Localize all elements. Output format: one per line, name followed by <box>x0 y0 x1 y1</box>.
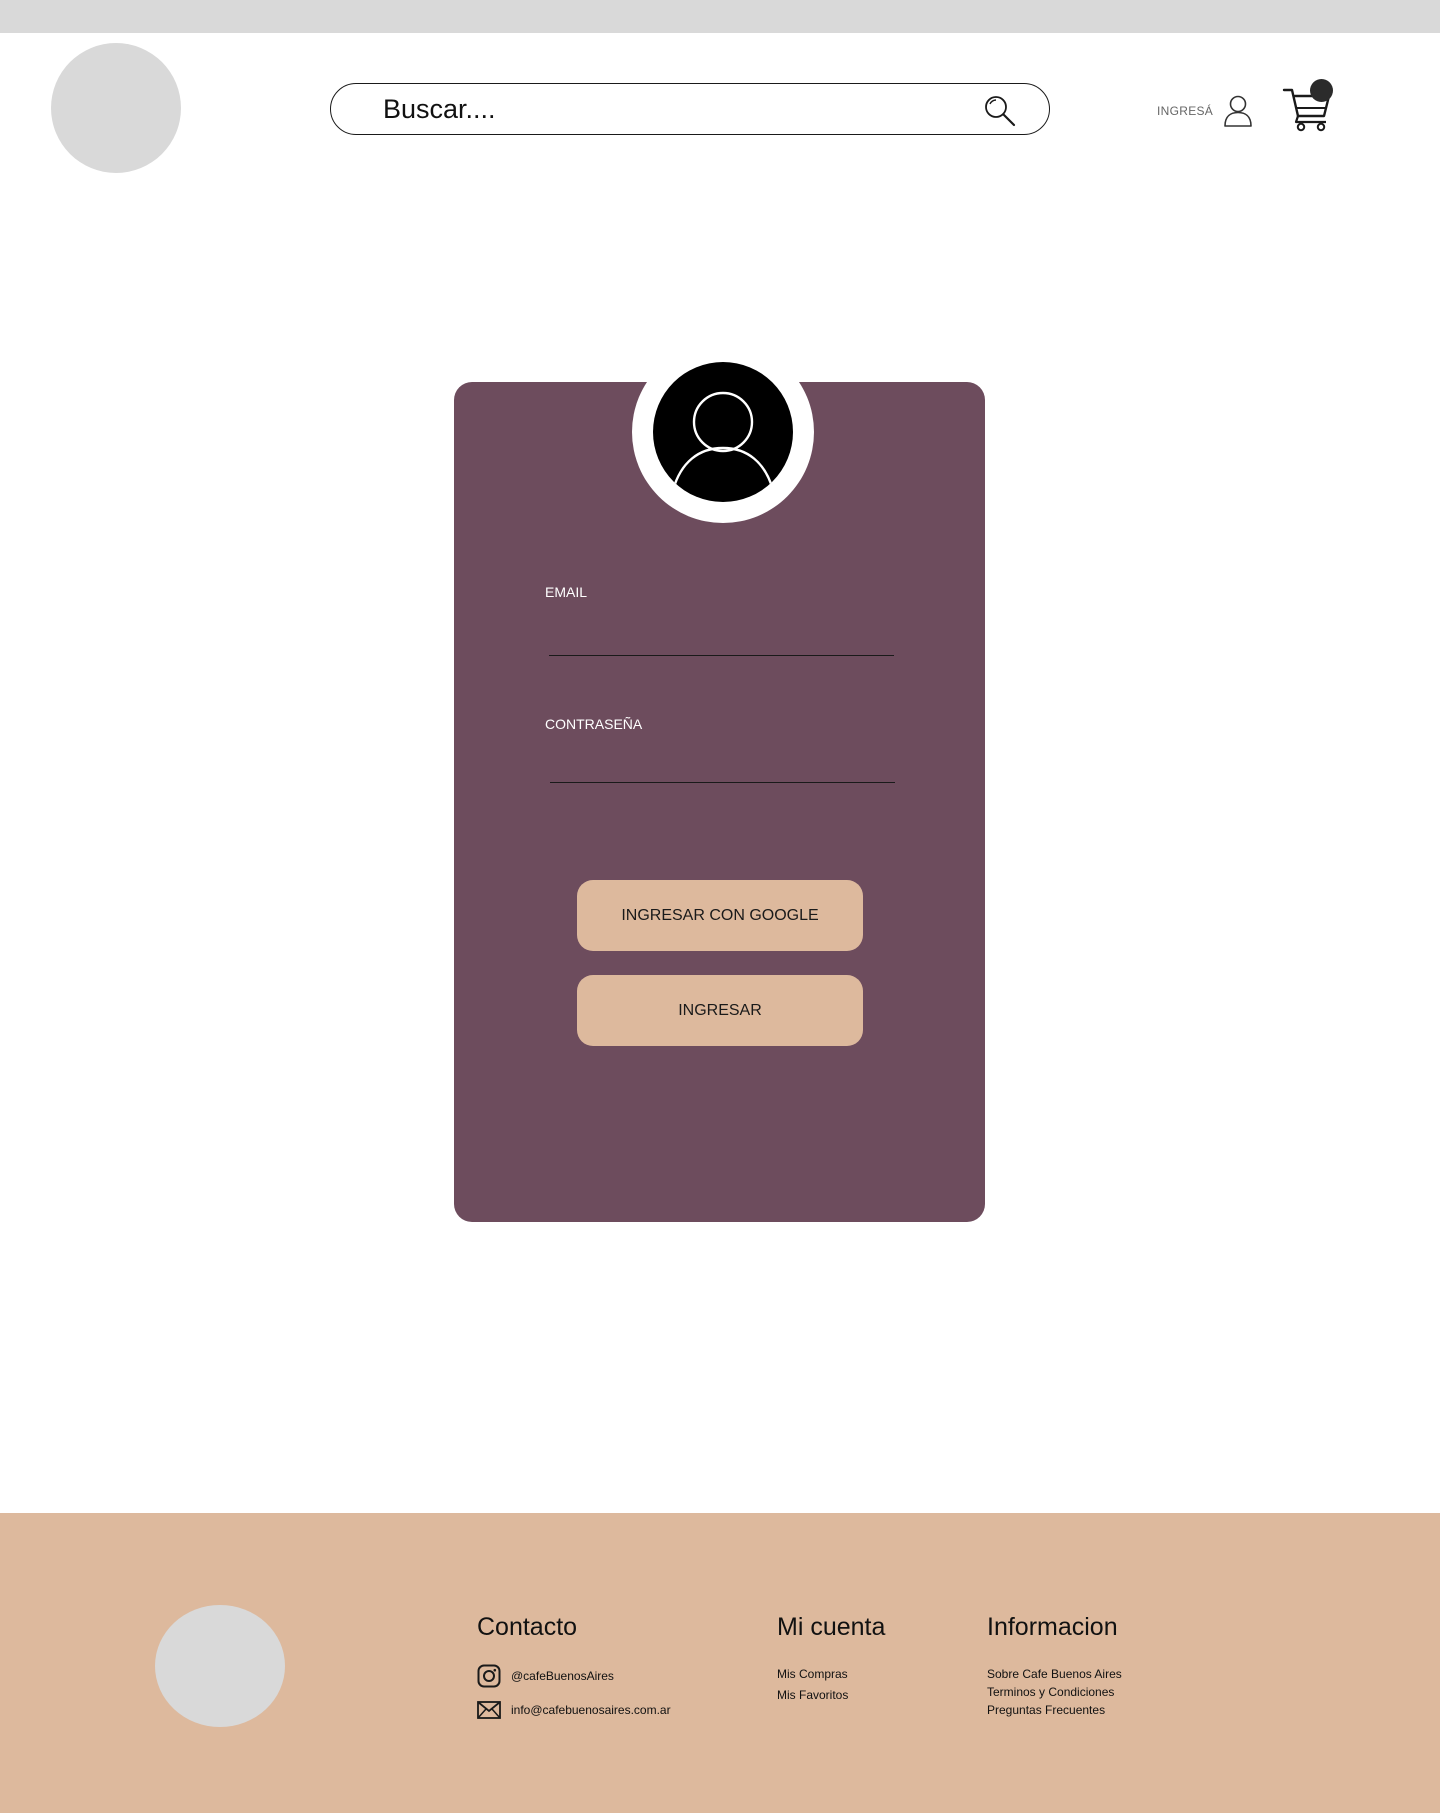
login-button[interactable]: INGRESAR <box>577 975 863 1046</box>
login-label: INGRESÁ <box>1157 104 1214 118</box>
login-link[interactable]: INGRESÁ <box>1157 94 1253 128</box>
instagram-handle: @cafeBuenosAires <box>511 1669 614 1683</box>
footer-link-faq[interactable]: Preguntas Frecuentes <box>987 1703 1105 1717</box>
google-login-button[interactable]: INGRESAR CON GOOGLE <box>577 880 863 951</box>
footer: Contacto @cafeBuenosAires info@cafebueno… <box>0 1513 1440 1813</box>
user-icon <box>1224 95 1252 127</box>
instagram-icon <box>477 1664 501 1688</box>
search-bar <box>330 83 1050 135</box>
instagram-link[interactable]: @cafeBuenosAires <box>477 1664 614 1688</box>
email-field[interactable] <box>549 621 894 656</box>
footer-info-title: Informacion <box>987 1613 1118 1641</box>
footer-link-terms[interactable]: Terminos y Condiciones <box>987 1685 1114 1699</box>
password-field[interactable] <box>550 748 895 783</box>
footer-account-title: Mi cuenta <box>777 1613 886 1641</box>
email-label: EMAIL <box>545 584 588 600</box>
top-strip <box>0 0 1440 33</box>
avatar-icon <box>671 391 775 491</box>
email-link[interactable]: info@cafebuenosaires.com.ar <box>477 1701 671 1719</box>
footer-logo[interactable] <box>155 1605 285 1727</box>
password-label: CONTRASEÑA <box>545 716 643 732</box>
avatar <box>653 362 793 502</box>
cart-badge <box>1310 79 1333 102</box>
cart-button[interactable] <box>1282 79 1338 132</box>
search-icon[interactable] <box>983 94 1017 128</box>
footer-link-my-purchases[interactable]: Mis Compras <box>777 1667 848 1681</box>
mail-icon <box>477 1701 501 1719</box>
footer-contact-title: Contacto <box>477 1613 578 1641</box>
footer-link-my-favorites[interactable]: Mis Favoritos <box>777 1688 848 1702</box>
avatar-ring <box>632 341 814 523</box>
search-input[interactable] <box>383 92 963 126</box>
footer-link-about[interactable]: Sobre Cafe Buenos Aires <box>987 1667 1122 1681</box>
contact-email: info@cafebuenosaires.com.ar <box>511 1703 671 1717</box>
logo[interactable] <box>51 43 181 173</box>
